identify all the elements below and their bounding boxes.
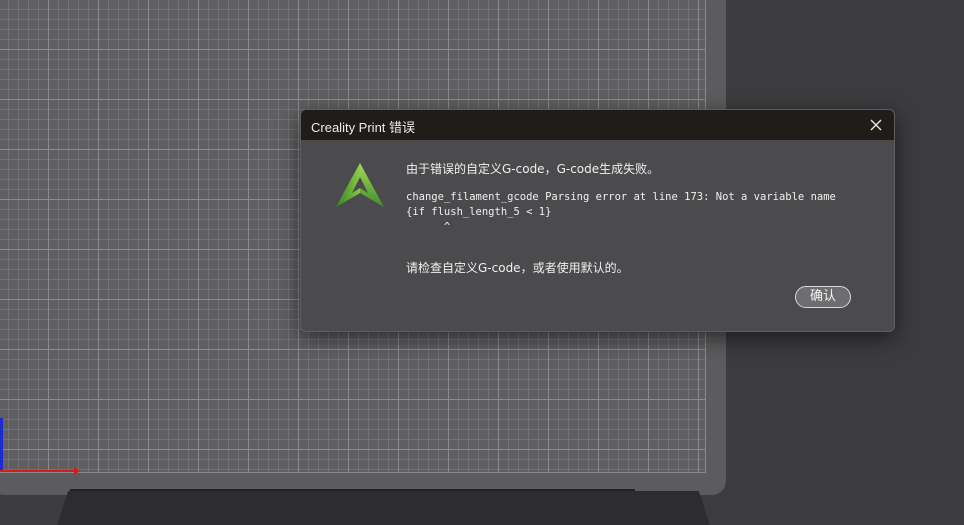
close-icon [870, 119, 882, 131]
ok-button[interactable]: 确认 [795, 286, 851, 308]
close-button[interactable] [864, 113, 888, 137]
y-axis-indicator [0, 418, 3, 472]
build-plate-base [55, 491, 712, 525]
creality-logo-icon [334, 161, 386, 209]
3d-viewport[interactable]: Creality Print 错误 由于错误的自定义G-code，G-code生… [0, 0, 964, 525]
error-dialog: Creality Print 错误 由于错误的自定义G-code，G-code生… [300, 109, 895, 332]
x-axis-arrowhead [74, 467, 80, 475]
dialog-title: Creality Print 错误 [311, 120, 416, 135]
error-hint: 请检查自定义G-code，或者使用默认的。 [406, 261, 629, 275]
error-message: 由于错误的自定义G-code，G-code生成失败。 [406, 162, 660, 176]
x-axis-indicator [0, 470, 76, 472]
dialog-titlebar[interactable]: Creality Print 错误 [301, 110, 894, 140]
error-detail: change_filament_gcode Parsing error at l… [406, 191, 836, 233]
